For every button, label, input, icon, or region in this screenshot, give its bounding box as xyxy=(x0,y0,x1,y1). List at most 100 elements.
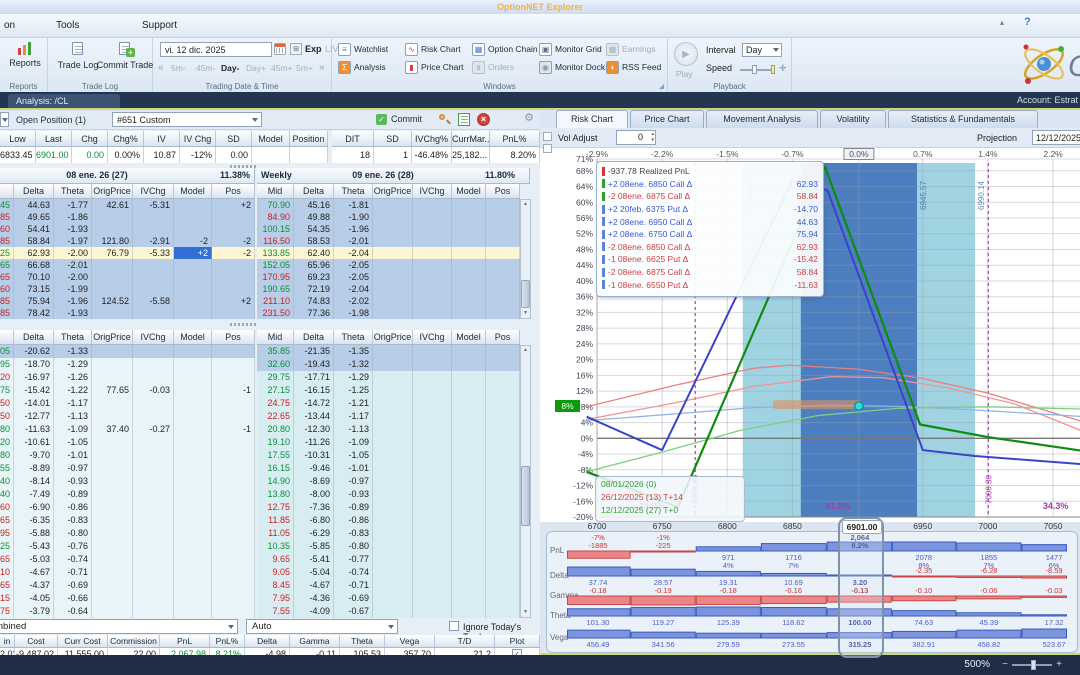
puts-left-cell[interactable] xyxy=(92,475,133,488)
tab-volatility[interactable]: Volatility xyxy=(820,110,886,128)
calls-right-cell[interactable]: -2.05 xyxy=(334,271,373,283)
puts-left-cell[interactable] xyxy=(92,592,133,605)
puts-right-cell[interactable] xyxy=(452,449,486,462)
calls-left-cell[interactable]: 75.94 xyxy=(14,295,54,307)
puts-right-cell[interactable]: -0.71 xyxy=(334,579,373,592)
puts-left-cell[interactable] xyxy=(92,566,133,579)
puts-right-cell[interactable] xyxy=(452,605,486,618)
puts-left-cell[interactable] xyxy=(92,579,133,592)
puts-left-cell[interactable] xyxy=(92,358,133,371)
puts-right-cell[interactable] xyxy=(486,475,520,488)
puts-left-cell[interactable]: -0.93 xyxy=(54,475,92,488)
puts-right-cell[interactable]: -1.21 xyxy=(334,397,373,410)
puts-left-cell[interactable] xyxy=(133,436,174,449)
time-step-Day+[interactable]: Day+ xyxy=(246,63,266,73)
windows-item-option-chain[interactable]: ▦ Option Chain xyxy=(472,42,538,56)
calls-right-cell[interactable]: -2.04 xyxy=(334,247,373,259)
puts-left-cell[interactable] xyxy=(92,605,133,618)
puts-left-cell[interactable] xyxy=(133,566,174,579)
calls-right-cell[interactable] xyxy=(486,259,520,271)
windows-item-rss-feed[interactable]: ◗ RSS Feed xyxy=(606,60,672,74)
calls-right-cell[interactable] xyxy=(413,199,452,211)
puts-right-cell[interactable] xyxy=(452,592,486,605)
puts-right-cell[interactable] xyxy=(413,436,452,449)
calls-right-cell[interactable] xyxy=(486,271,520,283)
calls-right-cell[interactable]: -1.98 xyxy=(334,307,373,319)
auto-select[interactable]: Auto xyxy=(246,619,398,634)
puts-left-cell[interactable]: 10 xyxy=(0,566,14,579)
calls-left-cell[interactable] xyxy=(212,259,255,271)
puts-right-cell[interactable] xyxy=(452,527,486,540)
calls-left-cell[interactable] xyxy=(212,283,255,295)
puts-right-cell[interactable] xyxy=(413,423,452,436)
puts-right-cell[interactable]: -19.43 xyxy=(294,358,334,371)
reports-button[interactable]: Reports xyxy=(8,40,42,78)
calls-scrollbar-up-icon[interactable]: ▲ xyxy=(521,200,530,209)
puts-right-cell[interactable] xyxy=(373,423,413,436)
puts-left-cell[interactable] xyxy=(174,371,212,384)
calls-left-cell[interactable]: -2 xyxy=(212,247,255,259)
puts-right-cell[interactable]: -4.36 xyxy=(294,592,334,605)
puts-right-cell[interactable] xyxy=(452,540,486,553)
puts-right-cell[interactable]: 10.35 xyxy=(257,540,294,553)
puts-left-cell[interactable] xyxy=(212,579,255,592)
calls-right-cell[interactable] xyxy=(486,235,520,247)
puts-left-cell[interactable]: 80 xyxy=(0,423,14,436)
puts-left-cell[interactable] xyxy=(174,384,212,397)
puts-right-cell[interactable]: -0.83 xyxy=(334,527,373,540)
puts-left-cell[interactable] xyxy=(174,423,212,436)
puts-left-cell[interactable]: -5.03 xyxy=(14,553,54,566)
puts-right-cell[interactable] xyxy=(452,358,486,371)
puts-right-cell[interactable]: -6.29 xyxy=(294,527,334,540)
calls-left-cell[interactable] xyxy=(133,223,174,235)
puts-left-cell[interactable] xyxy=(212,410,255,423)
puts-left-cell[interactable]: -0.69 xyxy=(54,579,92,592)
puts-right-cell[interactable]: 20.80 xyxy=(257,423,294,436)
puts-left-cell[interactable]: -6.35 xyxy=(14,514,54,527)
calls-right-cell[interactable]: -2.02 xyxy=(334,295,373,307)
puts-right-cell[interactable] xyxy=(486,514,520,527)
puts-left-cell[interactable]: -0.64 xyxy=(54,605,92,618)
puts-right-cell[interactable]: 9.65 xyxy=(257,553,294,566)
calls-left-cell[interactable] xyxy=(174,199,212,211)
calls-left-cell[interactable]: 78.42 xyxy=(14,307,54,319)
calls-left-cell[interactable] xyxy=(212,307,255,319)
time-step-5m+[interactable]: 5m+ xyxy=(296,63,313,73)
puts-left-cell[interactable] xyxy=(212,397,255,410)
puts-left-cell[interactable] xyxy=(212,605,255,618)
puts-left-cell[interactable] xyxy=(133,371,174,384)
calls-right-cell[interactable]: -1.81 xyxy=(334,199,373,211)
calls-left-cell[interactable]: 70.10 xyxy=(14,271,54,283)
vol-adjust-spinner[interactable]: 0 ▴ ▾ xyxy=(616,130,656,145)
puts-right-cell[interactable] xyxy=(413,449,452,462)
ignore-trades-checkbox[interactable] xyxy=(449,621,459,631)
puts-right-cell[interactable]: 11.85 xyxy=(257,514,294,527)
puts-right-cell[interactable]: 11.05 xyxy=(257,527,294,540)
calls-left-cell[interactable] xyxy=(174,211,212,223)
puts-right-cell[interactable] xyxy=(486,605,520,618)
puts-right-cell[interactable]: -0.86 xyxy=(334,514,373,527)
puts-left-cell[interactable]: 95 xyxy=(0,527,14,540)
calls-left-cell[interactable]: 60 xyxy=(0,283,14,295)
puts-right-cell[interactable]: 14.90 xyxy=(257,475,294,488)
calls-left-cell[interactable]: 25 xyxy=(0,247,14,259)
windows-item-analysis[interactable]: Σ Analysis xyxy=(338,60,404,74)
calls-right-cell[interactable] xyxy=(452,199,486,211)
puts-left-cell[interactable]: -1.29 xyxy=(54,358,92,371)
calls-right-cell[interactable]: 100.15 xyxy=(257,223,294,235)
puts-right-cell[interactable]: -8.69 xyxy=(294,475,334,488)
puts-right-cell[interactable] xyxy=(413,579,452,592)
puts-left-cell[interactable]: 95 xyxy=(0,358,14,371)
puts-left-cell[interactable]: -3.79 xyxy=(14,605,54,618)
tab-movement-analysis[interactable]: Movement Analysis xyxy=(706,110,818,128)
puts-right-cell[interactable] xyxy=(486,488,520,501)
puts-right-cell[interactable]: -4.67 xyxy=(294,579,334,592)
puts-right-cell[interactable] xyxy=(486,397,520,410)
puts-right-cell[interactable] xyxy=(373,527,413,540)
tab-price-chart[interactable]: Price Chart xyxy=(630,110,704,128)
puts-left-cell[interactable]: -0.27 xyxy=(133,423,174,436)
commit-trade-button[interactable]: + Commit Trade xyxy=(97,40,153,80)
calls-right-cell[interactable]: 65.96 xyxy=(294,259,334,271)
zoom-slider-thumb[interactable] xyxy=(1031,660,1036,670)
calls-right-cell[interactable]: -2.04 xyxy=(334,283,373,295)
